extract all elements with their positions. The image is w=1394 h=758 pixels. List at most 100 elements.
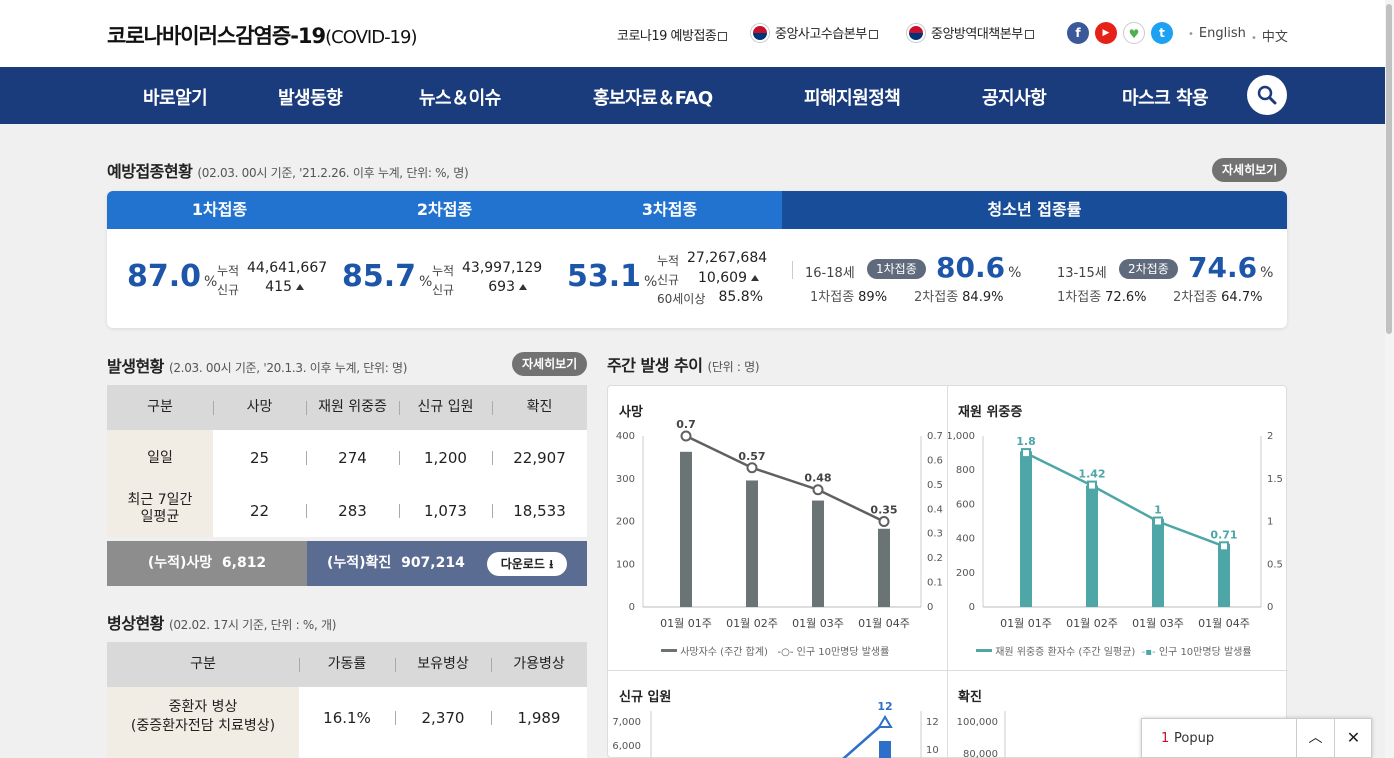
y-tick-label: 6,000 [612, 741, 641, 752]
new-label: 신규 [657, 273, 680, 287]
chart-admissions: 6,000 7,000 12 10 12 [612, 700, 939, 758]
nav-item-news[interactable]: 뉴스＆이슈 [419, 84, 501, 110]
teen-age-13-15: 13-15세 [1057, 266, 1107, 281]
y-tick-label: 0 [629, 602, 635, 613]
vaccination-heading: 예방접종현황 (02.03. 00시 기준, '21.2.26. 이후 누계, … [107, 158, 469, 182]
line-point [746, 462, 758, 474]
lang-english[interactable]: English [1188, 26, 1246, 41]
y2-tick-label: 0 [1267, 602, 1273, 613]
youtube-icon[interactable]: ▶ [1095, 22, 1117, 44]
facebook-icon[interactable]: f [1067, 22, 1089, 44]
nav-item-support[interactable]: 피해지원정책 [804, 84, 901, 110]
y2-tick-label: 0.4 [927, 504, 943, 515]
line-point [1219, 541, 1229, 552]
sub-label: 1차접종 [1057, 290, 1102, 305]
toplink-label: 중앙사고수습본부 [775, 27, 867, 42]
divider [399, 451, 400, 465]
nav-item-mask[interactable]: 마스크 착용 [1122, 84, 1209, 110]
rate-unit: % [1260, 265, 1274, 281]
bar [1152, 518, 1164, 607]
bar [680, 451, 692, 607]
search-button[interactable] [1247, 75, 1287, 115]
y-tick-label: 400 [956, 534, 975, 545]
bar [812, 500, 824, 607]
tab-dose3[interactable]: 3차접종 [557, 191, 782, 229]
divider [492, 401, 493, 415]
y-tick-label: 100 [616, 559, 635, 570]
site-logo[interactable]: 코로나바이러스감염증-19(COVID-19) [107, 20, 418, 50]
col-header: 사망 [213, 385, 306, 430]
sub-value: 72.6% [1105, 290, 1147, 305]
twitter-icon[interactable]: t [1151, 22, 1173, 44]
line-point [1153, 516, 1163, 527]
chevron-up-icon[interactable]: ︿ [1297, 719, 1334, 757]
y-tick-label: 0 [969, 602, 975, 613]
sub-value: 89% [858, 290, 888, 305]
lang-chinese[interactable]: 中文 [1251, 26, 1288, 45]
nav-item-trends[interactable]: 발생동향 [278, 84, 343, 110]
toplink-cdscb[interactable]: 중앙사고수습본부 [751, 23, 878, 42]
tab-dose2[interactable]: 2차접종 [332, 191, 557, 229]
popup-bar[interactable]: 1 Popup ︿ ✕ [1141, 718, 1372, 758]
dose3-cumulative: 27,267,684 [687, 250, 768, 266]
nav-item-about[interactable]: 바로알기 [143, 84, 208, 110]
weekly-heading: 주간 발생 추이 (단위 : 명) [607, 352, 760, 376]
data-label: 0.7 [676, 418, 696, 431]
toplink-vaccine[interactable]: 코로나19 예방접종 [617, 25, 728, 44]
col-header: 보유병상 [395, 642, 491, 687]
new-window-icon [868, 30, 878, 39]
teen-age-16-18: 16-18세 [805, 266, 855, 281]
data-label: 0.71 [1210, 528, 1237, 541]
chart-critical: 0 200 400 600 800 1,000 0 0.5 1 1.5 2 01월 01주 01월 02… [948, 431, 1283, 630]
tab-teens[interactable]: 청소년 접종률 [782, 191, 1287, 229]
download-button[interactable]: 다운로드 ⭳ [487, 552, 567, 576]
dose1-rate: 87.0% [127, 259, 217, 294]
sub-value: 84.9% [962, 290, 1004, 305]
age60-label: 60세이상 [657, 292, 706, 306]
new-value: 10,609 [698, 270, 747, 286]
toplink-label: 코로나19 예방접종 [617, 29, 717, 44]
gov-seal-icon [751, 24, 769, 42]
sub-label: 1차접종 [810, 290, 855, 305]
section-title: 주간 발생 추이 [607, 356, 703, 375]
line-point [1087, 480, 1097, 491]
y2-tick-label: 0.5 [927, 480, 943, 491]
teen-16-18-dose2: 2차접종 84.9% [914, 286, 1003, 305]
section-note: (2.03. 00시 기준, '20.1.3. 이후 누계, 단위: 명) [168, 361, 408, 375]
teen-13-15-dose1: 1차접종 72.6% [1057, 286, 1146, 305]
y-tick-label: 300 [616, 474, 635, 485]
close-icon[interactable]: ✕ [1335, 719, 1372, 757]
tab-dose1[interactable]: 1차접종 [107, 191, 332, 229]
legend-line-swatch: -○- [777, 647, 794, 658]
row-label-7day: 최근 7일간 일평균 [127, 492, 193, 525]
dose2-cumulative: 43,997,129 [462, 260, 543, 276]
rate-unit: % [1008, 265, 1022, 281]
legend-label: 인구 10만명당 발생률 [1158, 647, 1252, 658]
occurrence-table: 구분 사망 재원 위중증 신규 입원 확진 일일 25 274 1,200 22… [107, 385, 587, 537]
new-window-icon [1024, 30, 1034, 39]
toplink-label: 중앙방역대책본부 [931, 27, 1023, 42]
vaccination-more-button[interactable]: 자세히보기 [1212, 158, 1288, 182]
scrollbar-thumb[interactable] [1386, 4, 1392, 334]
x-tick-label: 01월 02주 [1066, 617, 1118, 630]
occurrence-more-button[interactable]: 자세히보기 [512, 352, 588, 376]
table-cell: 18,533 [513, 502, 566, 520]
table-cell: 1,073 [424, 502, 467, 520]
nav-item-pr-faq[interactable]: 홍보자료＆FAQ [593, 84, 713, 110]
up-arrow-icon [751, 275, 759, 281]
toplink-cdhq[interactable]: 중앙방역대책본부 [907, 23, 1034, 42]
sub-label: 2차접종 [914, 290, 959, 305]
nav-item-notice[interactable]: 공지사항 [982, 84, 1047, 110]
y2-tick-label: 1.5 [1267, 474, 1283, 485]
kakao-icon[interactable]: ♥ [1123, 22, 1145, 44]
total-label: (누적)확진 [327, 555, 392, 571]
new-value: 415 [265, 279, 292, 295]
y2-tick-label: 0.1 [927, 578, 943, 589]
x-tick-label: 01월 04주 [1198, 617, 1250, 630]
col-header: 구분 [107, 385, 213, 430]
y2-tick-label: 1 [1267, 517, 1273, 528]
weekly-chart-panel: 사망 0 100 200 300 400 0 0.1 0.2 0.3 0.4 0.5 0.6 0.7 01… [607, 385, 1288, 758]
section-title: 병상현황 [107, 614, 164, 633]
divider [792, 261, 793, 279]
dose1-new: 415 [247, 279, 304, 295]
